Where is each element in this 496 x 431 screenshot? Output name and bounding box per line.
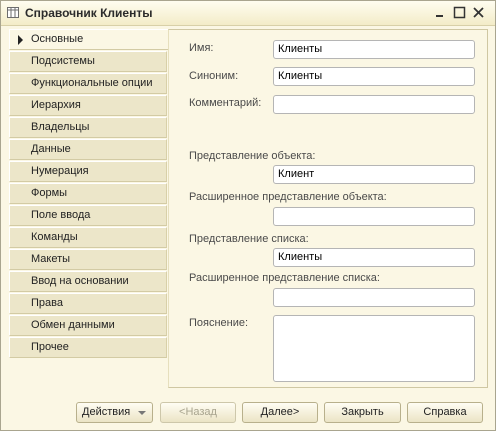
object-repr-field[interactable]: Клиент <box>273 165 475 184</box>
explanation-label: Пояснение: <box>189 317 249 329</box>
tab-label: Формы <box>31 187 68 199</box>
comment-field[interactable] <box>273 95 475 114</box>
object-repr-label: Представление объекта: <box>189 150 316 162</box>
table-icon <box>7 7 19 18</box>
tab-podsistemy[interactable]: Подсистемы <box>9 51 167 72</box>
tab-label: Владельцы <box>31 121 90 133</box>
synonym-field[interactable]: Клиенты <box>273 67 475 86</box>
tab-label: Обмен данными <box>31 319 115 331</box>
ext-object-repr-label: Расширенное представление объекта: <box>189 191 387 203</box>
tab-pole-vvoda[interactable]: Поле ввода <box>9 205 167 226</box>
title-bar[interactable]: Справочник Клиенты <box>1 1 495 26</box>
tab-label: Иерархия <box>31 99 81 111</box>
list-repr-label: Представление списка: <box>189 233 309 245</box>
name-label: Имя: <box>189 42 214 54</box>
tab-dannye[interactable]: Данные <box>9 139 167 160</box>
tab-label: Подсистемы <box>31 55 95 67</box>
arrow-right-icon <box>18 35 23 45</box>
tab-prochee[interactable]: Прочее <box>9 337 167 358</box>
tab-label: Макеты <box>31 253 71 265</box>
chevron-down-icon <box>138 411 146 415</box>
tab-label: Поле ввода <box>31 209 91 221</box>
ext-list-repr-field[interactable] <box>273 288 475 307</box>
tab-ierarkhiya[interactable]: Иерархия <box>9 95 167 116</box>
tab-label: Прочее <box>31 341 69 353</box>
tab-label: Права <box>31 297 63 309</box>
tab-osnovnye[interactable]: Основные <box>9 29 169 50</box>
tab-funktsionalnye-optsii[interactable]: Функциональные опции <box>9 73 167 94</box>
tab-numeratsiya[interactable]: Нумерация <box>9 161 167 182</box>
maximize-icon[interactable] <box>453 6 466 19</box>
next-button[interactable]: Далее> <box>242 402 318 423</box>
tab-label: Основные <box>31 33 84 45</box>
close-button[interactable]: Закрыть <box>324 402 401 423</box>
list-repr-field[interactable]: Клиенты <box>273 248 475 267</box>
tab-label: Функциональные опции <box>31 77 153 89</box>
help-button[interactable]: Справка <box>407 402 483 423</box>
actions-label: Действия <box>82 406 131 418</box>
tab-vladeltsy[interactable]: Владельцы <box>9 117 167 138</box>
tab-komandy[interactable]: Команды <box>9 227 167 248</box>
tab-makety[interactable]: Макеты <box>9 249 167 270</box>
explanation-textarea[interactable] <box>273 315 475 382</box>
tab-label: Данные <box>31 143 71 155</box>
close-icon[interactable] <box>472 6 485 19</box>
tab-panel-osnovnye: Имя: Клиенты Синоним: Клиенты Комментари… <box>168 29 488 388</box>
minimize-icon[interactable] <box>433 6 446 19</box>
tab-formy[interactable]: Формы <box>9 183 167 204</box>
tab-obmen-dannymi[interactable]: Обмен данными <box>9 315 167 336</box>
back-button[interactable]: <Назад <box>160 402 236 423</box>
actions-dropdown-button[interactable]: Действия <box>76 402 153 423</box>
tab-label: Команды <box>31 231 78 243</box>
ext-list-repr-label: Расширенное представление списка: <box>189 272 380 284</box>
ext-object-repr-field[interactable] <box>273 207 475 226</box>
tab-vvod-na-osnovanii[interactable]: Ввод на основании <box>9 271 167 292</box>
dialog-window: Справочник Клиенты Основные Подсистемы Ф… <box>0 0 496 431</box>
tab-prava[interactable]: Права <box>9 293 167 314</box>
window-title: Справочник Клиенты <box>25 6 153 20</box>
synonym-label: Синоним: <box>189 70 239 82</box>
comment-label: Комментарий: <box>189 97 262 109</box>
tab-label: Ввод на основании <box>31 275 129 287</box>
tab-label: Нумерация <box>31 165 89 177</box>
name-field[interactable]: Клиенты <box>273 40 475 59</box>
